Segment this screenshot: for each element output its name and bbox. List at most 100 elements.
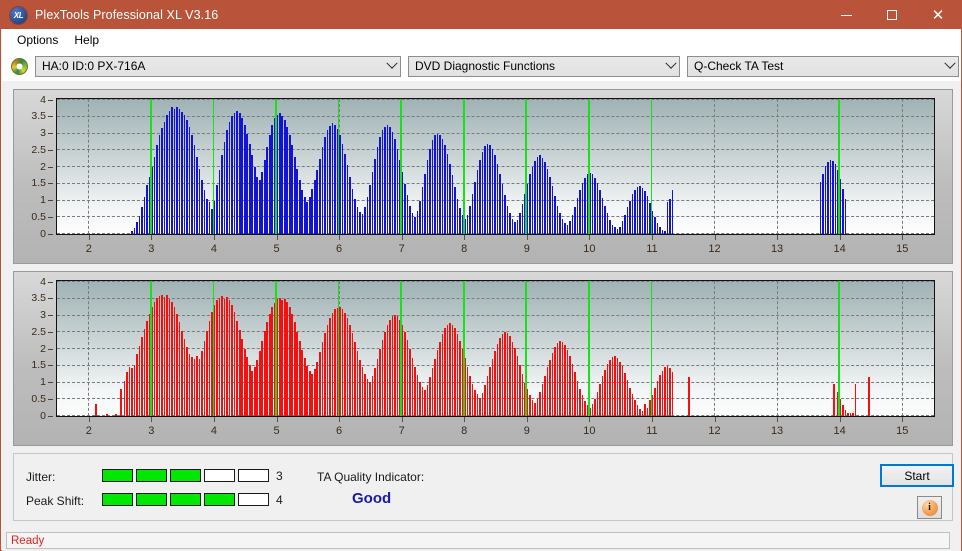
test-select[interactable]: Q-Check TA Test xyxy=(687,55,959,77)
y-axis-tick-label: 3.5 xyxy=(31,292,46,305)
chart-bar xyxy=(163,121,166,234)
chart-marker-line xyxy=(588,99,590,234)
chart-bar xyxy=(186,347,188,416)
chart-bar xyxy=(501,333,504,416)
device-select-value: HA:0 ID:0 PX-716A xyxy=(42,59,146,73)
chevron-down-icon xyxy=(662,57,679,70)
start-button[interactable]: Start xyxy=(880,464,954,487)
x-axis-minor-tick xyxy=(339,235,341,238)
y-axis-tick-label: 2 xyxy=(40,160,46,173)
chart-bar xyxy=(379,136,381,234)
chart-bar xyxy=(396,148,399,234)
y-axis-tick-label: 1.5 xyxy=(31,177,46,190)
chart-bar xyxy=(359,359,361,416)
chart-bar xyxy=(181,111,183,234)
x-axis-minor-tick xyxy=(151,235,153,238)
chart-bar xyxy=(656,223,659,234)
close-button[interactable]: ✕ xyxy=(915,1,961,29)
x-axis-minor-tick xyxy=(839,417,841,420)
meter-segment xyxy=(102,469,133,482)
chart-bar xyxy=(581,183,584,234)
chart-bar xyxy=(827,161,829,234)
chart-bar xyxy=(429,148,431,234)
chart-bar xyxy=(243,349,246,416)
window-title: PlexTools Professional XL V3.16 xyxy=(35,8,219,22)
maximize-button[interactable] xyxy=(869,1,915,29)
chart-bar xyxy=(374,158,376,234)
chart-bar xyxy=(486,376,489,416)
chart-bar xyxy=(661,370,664,416)
chart-bar xyxy=(311,374,314,416)
chart-bar xyxy=(193,145,196,234)
gridline-horizontal xyxy=(57,99,934,100)
chart-bar xyxy=(379,349,381,416)
chart-bar xyxy=(476,170,479,234)
chart-bar xyxy=(306,365,309,416)
x-axis-minor-tick xyxy=(464,417,466,420)
chart-bar xyxy=(298,340,301,416)
chart-bar xyxy=(361,213,364,234)
chart-bar xyxy=(293,156,296,234)
chart-bar xyxy=(349,324,351,416)
chart-bar xyxy=(296,168,299,234)
chart-bar xyxy=(654,217,656,234)
chart-bar xyxy=(576,197,579,234)
chart-bar xyxy=(349,177,351,234)
info-button[interactable]: i xyxy=(917,496,942,519)
chart-bar xyxy=(551,186,554,234)
meter-segment xyxy=(238,493,269,506)
chart-bar xyxy=(591,404,594,416)
chart-bar xyxy=(238,113,241,234)
chart-bar xyxy=(193,359,196,416)
chart-bar xyxy=(404,331,406,416)
chart-bar xyxy=(356,207,359,234)
x-axis-minor-tick xyxy=(276,235,278,238)
chart-bar xyxy=(529,174,531,234)
chart-bar xyxy=(326,130,329,234)
chart-bar xyxy=(293,322,296,416)
y-axis-tick xyxy=(48,99,53,101)
chart-bar xyxy=(516,219,519,234)
chart-bar xyxy=(120,389,122,416)
chart-bar xyxy=(291,313,294,416)
chart-bar xyxy=(844,198,847,234)
chart-bar xyxy=(241,118,243,234)
chart-bar xyxy=(258,350,261,416)
chart-bar xyxy=(248,143,251,234)
chart-bar xyxy=(606,213,609,234)
x-axis-tick-label: 12 xyxy=(708,243,721,255)
minimize-button[interactable] xyxy=(823,1,869,29)
chart-bar xyxy=(491,359,494,416)
chart-marker-line xyxy=(525,281,528,416)
chart-bar xyxy=(854,384,857,416)
chart-bar xyxy=(411,213,414,234)
x-axis-minor-tick xyxy=(651,417,653,420)
x-axis: 2 3 4 5 6 7 8 9 10 11 12 13 14 15 xyxy=(56,235,935,263)
chart-bar xyxy=(491,148,494,234)
function-select[interactable]: DVD Diagnostic Functions xyxy=(408,55,680,77)
y-axis-tick xyxy=(48,149,53,151)
x-axis-minor-tick xyxy=(651,235,653,238)
gridline-horizontal xyxy=(57,331,934,333)
y-axis-tick-label: 1 xyxy=(40,376,46,388)
chart-bar xyxy=(316,361,319,416)
chart-bar xyxy=(281,300,284,416)
chart-bar xyxy=(474,389,476,416)
chart-bar xyxy=(669,368,671,416)
chart-bar xyxy=(384,331,386,416)
chart-bar xyxy=(389,127,391,234)
chart-bar xyxy=(471,384,474,416)
y-axis-tick-label: 2.5 xyxy=(31,325,46,338)
device-select[interactable]: HA:0 ID:0 PX-716A xyxy=(35,55,401,77)
gridline-horizontal xyxy=(57,297,934,299)
menu-item-options[interactable]: Options xyxy=(10,31,67,50)
chart-bar xyxy=(576,380,579,416)
chart-bar xyxy=(201,180,203,234)
x-axis-tick-label: 9 xyxy=(523,425,530,437)
chart-bar xyxy=(849,413,852,416)
menu-item-help[interactable]: Help xyxy=(67,31,108,50)
chart-bar xyxy=(454,187,456,234)
gridline-vertical xyxy=(776,99,778,234)
chart-bar xyxy=(829,160,832,234)
chart-bar xyxy=(441,333,444,416)
